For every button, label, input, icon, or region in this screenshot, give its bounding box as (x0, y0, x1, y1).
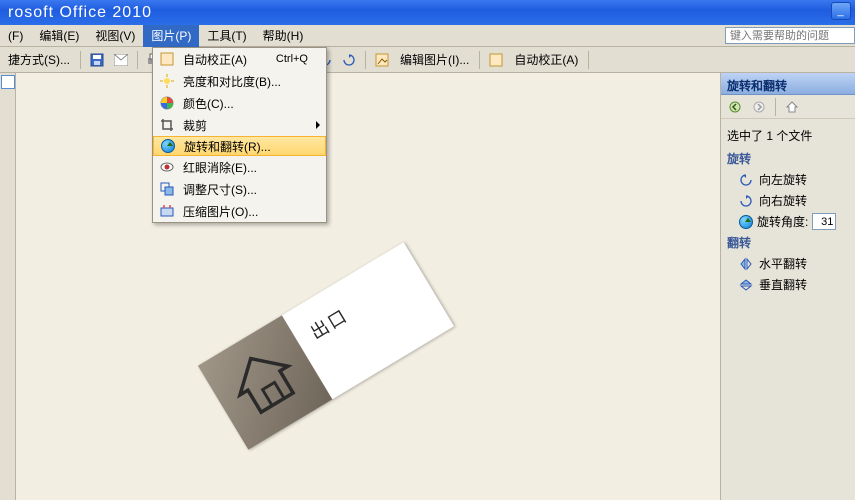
rotate-angle-row: 旋转角度: (739, 213, 851, 230)
menu-resize[interactable]: 调整尺寸(S)... (153, 178, 326, 200)
rotate-right-icon (739, 194, 753, 208)
flip-h-icon (739, 257, 753, 271)
angle-icon (739, 215, 753, 229)
window-titlebar: rosoft Office 2010 _ (0, 0, 855, 25)
resize-icon (157, 180, 177, 198)
rotate-section: 旋转 (727, 150, 851, 167)
save-icon[interactable] (87, 50, 107, 70)
selection-status: 选中了 1 个文件 (727, 127, 851, 144)
menu-file[interactable]: (F) (0, 26, 31, 46)
compress-icon (157, 202, 177, 220)
rotate-right-button[interactable]: 向右旋转 (739, 192, 851, 209)
menu-rotate-flip[interactable]: 旋转和翻转(R)... (153, 136, 326, 156)
menu-edit[interactable]: 编辑(E) (31, 24, 87, 47)
menu-redeye[interactable]: 红眼消除(E)... (153, 156, 326, 178)
edit-picture-button[interactable]: 编辑图片(I)... (396, 49, 473, 70)
brightness-icon (157, 72, 177, 90)
photo-card[interactable]: 出口 (198, 242, 454, 450)
pane-back-icon[interactable] (725, 97, 745, 117)
rotate-flip-icon (158, 137, 178, 155)
menu-compress[interactable]: 压缩图片(O)... (153, 200, 326, 222)
rotate-left-icon (739, 173, 753, 187)
angle-input[interactable] (812, 213, 836, 230)
menu-color[interactable]: 颜色(C)... (153, 92, 326, 114)
canvas[interactable]: 出口 (16, 73, 720, 500)
edit-image-icon[interactable] (372, 50, 392, 70)
autocorrect-toolbar-button[interactable]: 自动校正(A) (510, 49, 582, 70)
task-pane-body: 选中了 1 个文件 旋转 向左旋转 向右旋转 旋转角度: 翻转 水平翻转 (721, 119, 855, 303)
submenu-arrow-icon (316, 121, 320, 129)
color-icon (157, 94, 177, 112)
flip-v-icon (739, 278, 753, 292)
menu-help[interactable]: 帮助(H) (255, 24, 312, 47)
help-search-input[interactable] (725, 27, 855, 44)
picture-menu-dropdown: 自动校正(A)Ctrl+Q 亮度和对比度(B)... 颜色(C)... 裁剪 旋… (152, 47, 327, 223)
menu-auto-correct[interactable]: 自动校正(A)Ctrl+Q (153, 48, 326, 70)
flip-horizontal-button[interactable]: 水平翻转 (739, 255, 851, 272)
flip-section: 翻转 (727, 234, 851, 251)
angle-label: 旋转角度: (757, 213, 808, 230)
menu-tools[interactable]: 工具(T) (199, 24, 254, 47)
autocorrect-toolbar-icon[interactable] (486, 50, 506, 70)
app-title: rosoft Office 2010 (8, 4, 152, 22)
task-pane-title: 旋转和翻转 (721, 73, 855, 95)
menubar: (F) 编辑(E) 视图(V) 图片(P) 工具(T) 帮助(H) (0, 25, 855, 47)
redeye-icon (157, 158, 177, 176)
menu-brightness[interactable]: 亮度和对比度(B)... (153, 70, 326, 92)
thumbnail-strip (0, 73, 16, 500)
pane-forward-icon[interactable] (749, 97, 769, 117)
rotate-left-button[interactable]: 向左旋转 (739, 171, 851, 188)
toolbar: 捷方式(S)... % ? 编辑图片(I)... 自动校正(A) (0, 47, 855, 73)
autocorrect-icon (157, 50, 177, 68)
rotate-right-icon[interactable] (339, 50, 359, 70)
menu-view[interactable]: 视图(V) (87, 24, 143, 47)
menu-picture[interactable]: 图片(P) (143, 24, 199, 47)
content-area: 出口 旋转和翻转 选中了 1 个文件 旋转 向左旋转 向右旋转 旋转角度: (0, 73, 855, 500)
thumbnail[interactable] (1, 75, 15, 89)
task-pane-toolbar (721, 95, 855, 119)
mail-icon[interactable] (111, 50, 131, 70)
crop-icon (157, 116, 177, 134)
flip-vertical-button[interactable]: 垂直翻转 (739, 276, 851, 293)
task-pane: 旋转和翻转 选中了 1 个文件 旋转 向左旋转 向右旋转 旋转角度: 翻转 (720, 73, 855, 500)
minimize-button[interactable]: _ (831, 2, 851, 20)
pane-home-icon[interactable] (782, 97, 802, 117)
shortcut-button[interactable]: 捷方式(S)... (4, 49, 74, 70)
menu-crop[interactable]: 裁剪 (153, 114, 326, 136)
window-controls: _ (831, 2, 851, 20)
